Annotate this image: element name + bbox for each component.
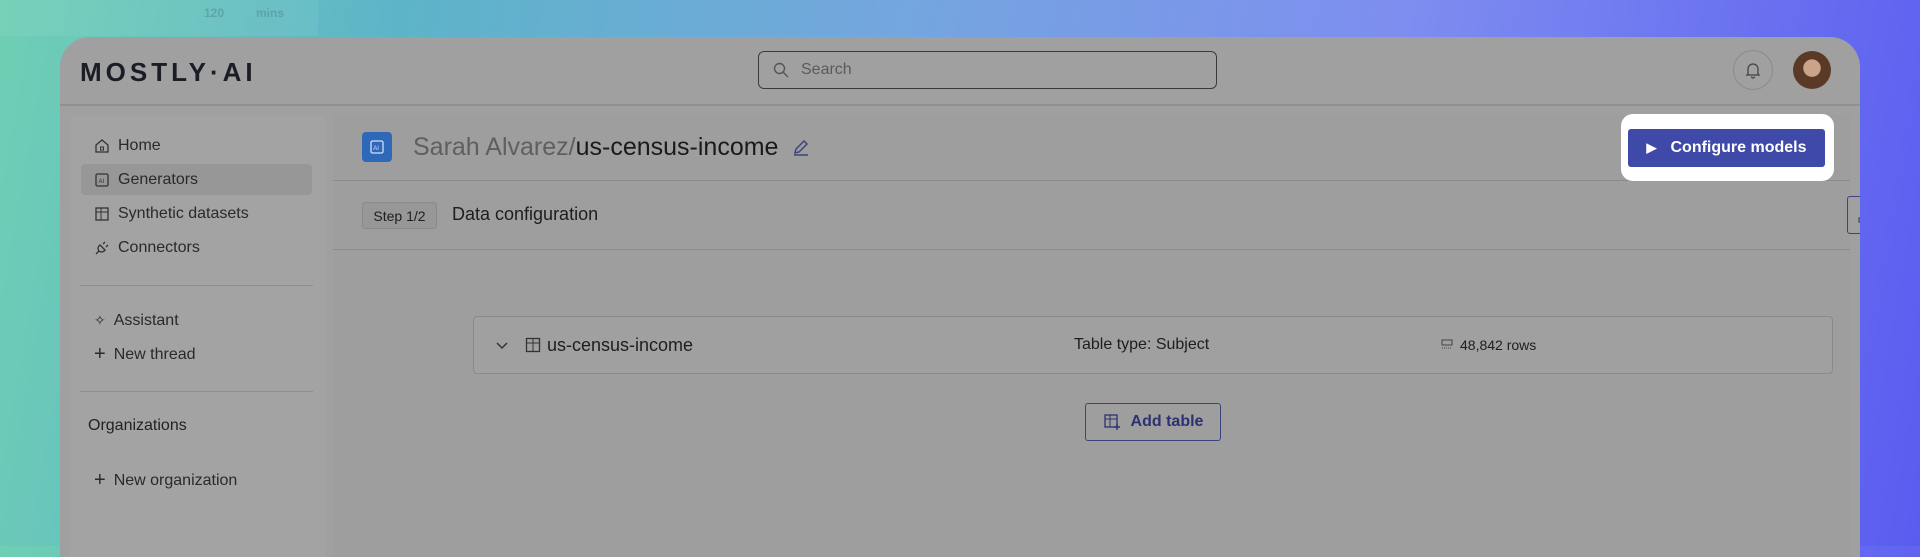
generator-ai-icon: AI <box>362 132 392 162</box>
schema-graph-button[interactable] <box>1847 196 1860 234</box>
main-content: AI Sarah Alvarez/us-census-income ⋮ ▶ Co… <box>333 114 1860 557</box>
rows-icon <box>1441 339 1453 349</box>
background-fragment: 120 mins <box>0 0 318 36</box>
ai-chip-icon: AI <box>95 172 109 187</box>
row-count: 48,842 rows <box>1460 337 1537 353</box>
sidebar-item-new-thread[interactable]: + New thread <box>81 339 312 370</box>
sidebar-item-label: Connectors <box>118 238 200 256</box>
step-row: Step 1/2 Data configuration <box>333 182 1860 250</box>
sidebar-item-label: Home <box>118 136 161 154</box>
plus-icon: + <box>94 469 106 491</box>
search-placeholder: Search <box>801 61 852 78</box>
user-avatar[interactable] <box>1793 51 1831 89</box>
play-icon: ▶ <box>1646 140 1657 155</box>
sidebar-item-label: Synthetic datasets <box>118 204 249 222</box>
sidebar-item-label: Generators <box>118 170 199 188</box>
sidebar-item-label: New thread <box>113 345 196 363</box>
top-header: MOSTLY·AI Search <box>60 37 1860 106</box>
sidebar-item-label: New organization <box>113 471 238 489</box>
logo[interactable]: MOSTLY·AI <box>80 57 257 88</box>
generator-name: us-census-income <box>575 133 779 161</box>
organizations-heading: Organizations <box>88 417 187 434</box>
step-title: Data configuration <box>452 204 599 224</box>
add-table-icon <box>1103 414 1120 430</box>
table-icon <box>525 337 541 353</box>
table-name-cell: us-census-income <box>525 317 693 373</box>
configure-models-button[interactable]: ▶ Configure models <box>1628 129 1825 167</box>
home-icon <box>95 138 109 153</box>
sidebar-divider <box>80 285 313 286</box>
sidebar-item-new-organization[interactable]: + New organization <box>81 465 312 496</box>
step-badge: Step 1/2 <box>362 202 437 229</box>
table-sparkle-icon <box>95 206 109 221</box>
expand-chevron-icon[interactable] <box>494 317 510 373</box>
add-table-button[interactable]: Add table <box>1085 403 1221 441</box>
bell-icon <box>1745 63 1761 79</box>
add-table-label: Add table <box>1130 413 1204 430</box>
bg-unit: mins <box>256 6 285 20</box>
notifications-button[interactable] <box>1733 50 1773 90</box>
sidebar: Home AI Generators Synthetic datasets Co… <box>70 115 326 557</box>
plug-icon <box>95 241 109 254</box>
plus-icon: + <box>94 343 106 365</box>
table-row[interactable]: us-census-income Table type: Subject 48,… <box>473 316 1833 374</box>
sidebar-item-connectors[interactable]: Connectors <box>81 232 312 263</box>
edit-pencil-icon[interactable] <box>791 137 811 157</box>
sidebar-divider <box>80 391 313 392</box>
graph-icon <box>1858 217 1860 223</box>
sidebar-item-home[interactable]: Home <box>81 130 312 161</box>
bg-value: 120 <box>204 6 225 20</box>
table-type: Table type: Subject <box>1074 336 1210 353</box>
sidebar-item-label: Assistant <box>113 311 179 329</box>
svg-text:AI: AI <box>99 179 105 185</box>
page-title: Sarah Alvarez/us-census-income <box>413 133 811 162</box>
table-name: us-census-income <box>547 334 694 355</box>
sidebar-item-assistant[interactable]: ✧ Assistant <box>81 305 312 336</box>
configure-models-label: Configure models <box>1670 139 1807 156</box>
svg-text:AI: AI <box>373 146 379 152</box>
search-input[interactable]: Search <box>758 51 1217 89</box>
app-window: MOSTLY·AI Search Home AI Generators Synt… <box>60 37 1860 557</box>
table-rows-cell: 48,842 rows <box>1440 317 1536 373</box>
owner-link[interactable]: Sarah Alvarez/ <box>413 133 576 161</box>
sparkle-icon: ✧ <box>94 312 106 328</box>
sidebar-item-generators[interactable]: AI Generators <box>81 164 312 195</box>
search-icon <box>773 62 789 78</box>
sidebar-item-synthetic-datasets[interactable]: Synthetic datasets <box>81 198 312 229</box>
title-row: AI Sarah Alvarez/us-census-income ⋮ ▶ Co… <box>333 114 1850 181</box>
